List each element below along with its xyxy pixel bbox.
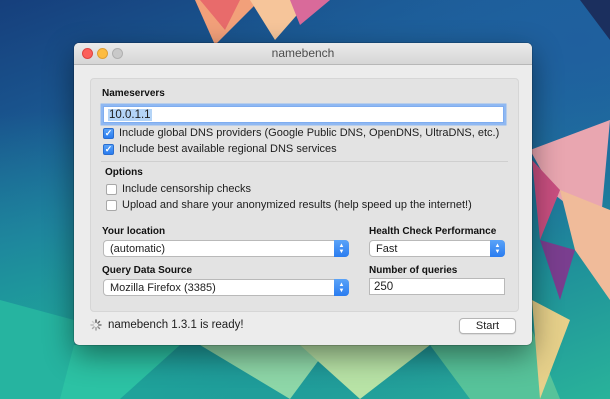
queries-label: Number of queries <box>369 265 458 276</box>
upload-checkbox[interactable] <box>106 199 117 211</box>
start-button[interactable]: Start <box>459 318 516 334</box>
censorship-checkbox[interactable] <box>106 183 117 195</box>
censorship-row[interactable]: Include censorship checks <box>106 183 251 195</box>
upload-label: Upload and share your anonymized results… <box>122 199 472 211</box>
spinner-icon <box>90 319 102 331</box>
window-title: namebench <box>271 46 335 60</box>
include-global-checkbox[interactable]: ✓ <box>103 127 114 139</box>
queries-value: 250 <box>374 280 394 293</box>
popup-arrows-icon: ▲ ▼ <box>334 279 349 296</box>
include-regional-checkbox[interactable]: ✓ <box>103 143 114 155</box>
query-source-value: Mozilla Firefox (3385) <box>110 281 216 294</box>
location-popup[interactable]: (automatic) ▲ ▼ <box>103 240 349 257</box>
queries-field[interactable]: 250 <box>369 278 505 295</box>
include-regional-row[interactable]: ✓ Include best available regional DNS se… <box>103 143 337 155</box>
health-check-value: Fast <box>376 242 398 255</box>
title-bar[interactable]: namebench <box>74 43 532 65</box>
section-divider <box>101 161 508 162</box>
nameservers-field[interactable]: 10.0.1.1 <box>103 106 504 123</box>
options-heading: Options <box>105 167 143 178</box>
nameservers-value: 10.0.1.1 <box>108 108 152 121</box>
include-global-label: Include global DNS providers (Google Pub… <box>119 127 500 139</box>
nameservers-heading: Nameservers <box>102 88 165 99</box>
popup-arrows-icon: ▲ ▼ <box>490 240 505 257</box>
status-bar: namebench 1.3.1 is ready! <box>90 319 244 331</box>
location-label: Your location <box>102 226 166 237</box>
popup-arrows-icon: ▲ ▼ <box>334 240 349 257</box>
location-value: (automatic) <box>110 242 166 255</box>
health-check-popup[interactable]: Fast ▲ ▼ <box>369 240 505 257</box>
include-global-row[interactable]: ✓ Include global DNS providers (Google P… <box>103 127 499 139</box>
status-text: namebench 1.3.1 is ready! <box>108 319 244 331</box>
namebench-window: namebench Nameservers 10.0.1.1 ✓ Include… <box>74 43 532 345</box>
upload-row[interactable]: Upload and share your anonymized results… <box>106 199 472 211</box>
health-check-label: Health Check Performance <box>369 226 497 237</box>
query-source-label: Query Data Source <box>102 265 193 276</box>
include-regional-label: Include best available regional DNS serv… <box>119 143 337 155</box>
query-source-popup[interactable]: Mozilla Firefox (3385) ▲ ▼ <box>103 279 349 296</box>
settings-panel: Nameservers 10.0.1.1 ✓ Include global DN… <box>90 78 519 312</box>
censorship-label: Include censorship checks <box>122 183 252 195</box>
